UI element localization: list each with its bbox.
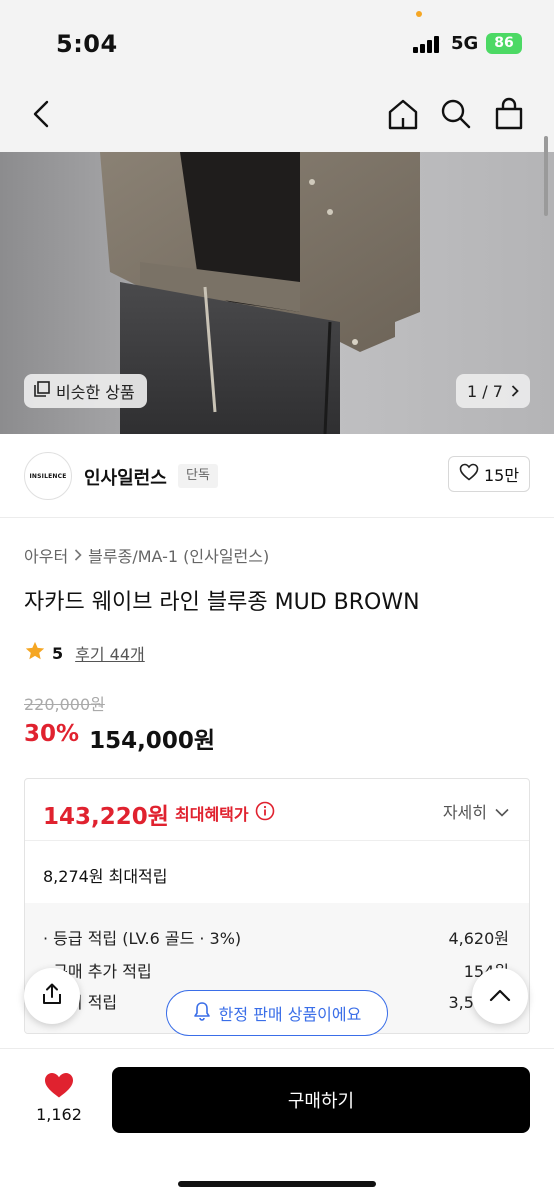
chevron-left-icon[interactable] — [20, 92, 64, 136]
points-row: · 등급 적립 (LV.6 골드 · 3%) 4,620원 — [43, 925, 509, 949]
product-title: 자카드 웨이브 라인 블루종 MUD BROWN — [24, 590, 420, 615]
limited-edition-label: 한정 판매 상품이에요 — [218, 1005, 362, 1024]
page-indicator-label: 1 / 7 — [467, 381, 503, 401]
chevron-up-icon — [489, 987, 511, 1006]
info-icon[interactable] — [255, 801, 275, 825]
star-icon — [24, 640, 46, 666]
chevron-right-icon — [74, 546, 82, 565]
points-row: · 구매 추가 적립 154원 — [43, 958, 509, 982]
chevron-down-icon — [495, 802, 509, 821]
discount-rate: 30% — [24, 721, 80, 747]
scroll-top-button[interactable] — [472, 968, 528, 1024]
price-row: 30% 154,000원 — [24, 721, 215, 755]
copy-icon — [34, 381, 50, 401]
total-points: 8,274원 최대적립 — [43, 867, 168, 886]
bell-icon — [193, 1001, 211, 1025]
heart-filled-icon — [43, 1073, 75, 1103]
breadcrumb: 아우터 블루종/MA-1 (인사일런스) — [24, 543, 269, 567]
nav-bar — [0, 80, 554, 152]
scrollbar[interactable] — [544, 136, 548, 216]
wishlist-count: 1,162 — [36, 1105, 82, 1124]
wishlist-button[interactable]: 1,162 — [28, 1071, 90, 1124]
chevron-right-icon — [511, 382, 519, 401]
breadcrumb-item[interactable]: 아우터 — [24, 543, 68, 567]
shopping-bag-icon[interactable] — [487, 92, 531, 136]
benefit-detail-toggle[interactable]: 자세히 — [443, 799, 509, 823]
similar-products-button[interactable]: 비슷한 상품 — [24, 374, 147, 408]
max-benefit-label: 최대혜택가 — [175, 801, 275, 825]
similar-products-label: 비슷한 상품 — [56, 383, 135, 402]
detail-label: 자세히 — [442, 803, 487, 822]
brand-like-button[interactable]: 15만 — [448, 456, 530, 492]
brand-like-count: 15만 — [483, 466, 520, 485]
search-icon[interactable] — [434, 92, 478, 136]
home-icon[interactable] — [381, 92, 425, 136]
brand-name[interactable]: 인사일런스 — [84, 464, 167, 490]
bottom-bar: 1,162 구매하기 — [0, 1048, 554, 1200]
sale-price: 154,000원 — [89, 728, 215, 754]
buy-button[interactable]: 구매하기 — [112, 1067, 530, 1133]
share-button[interactable] — [24, 968, 80, 1024]
review-count-link[interactable]: 후기 44개 — [75, 641, 145, 665]
rating-score: 5 — [52, 643, 64, 663]
brand-row: INSILENCE 인사일런스 단독 15만 — [0, 434, 554, 518]
battery-icon: 86 — [486, 33, 522, 54]
limited-edition-notice[interactable]: 한정 판매 상품이에요 — [166, 990, 388, 1036]
status-time: 5:04 — [56, 30, 118, 58]
recording-dot — [416, 11, 422, 17]
heart-outline-icon — [459, 463, 479, 485]
network-label: 5G — [451, 33, 479, 54]
status-bar: 5:04 5G 86 — [0, 0, 554, 80]
breadcrumb-item[interactable]: 블루종/MA-1 (인사일런스) — [88, 543, 269, 567]
points-row-value: 4,620원 — [448, 929, 509, 948]
max-benefit-price: 143,220원 — [43, 804, 169, 830]
max-benefit-text: 최대혜택가 — [175, 805, 249, 824]
rating: 5 후기 44개 — [24, 640, 145, 666]
share-icon — [40, 982, 64, 1010]
signal-icon — [413, 36, 443, 53]
exclusive-badge: 단독 — [178, 464, 218, 488]
brand-logo[interactable]: INSILENCE — [24, 452, 72, 500]
original-price: 220,000원 — [24, 695, 105, 714]
benefit-header[interactable]: 143,220원 최대혜택가 자세히 — [25, 779, 529, 841]
home-indicator — [178, 1181, 376, 1187]
image-page-indicator[interactable]: 1 / 7 — [456, 374, 530, 408]
points-row-label: · 등급 적립 (LV.6 골드 · 3%) — [43, 929, 242, 948]
